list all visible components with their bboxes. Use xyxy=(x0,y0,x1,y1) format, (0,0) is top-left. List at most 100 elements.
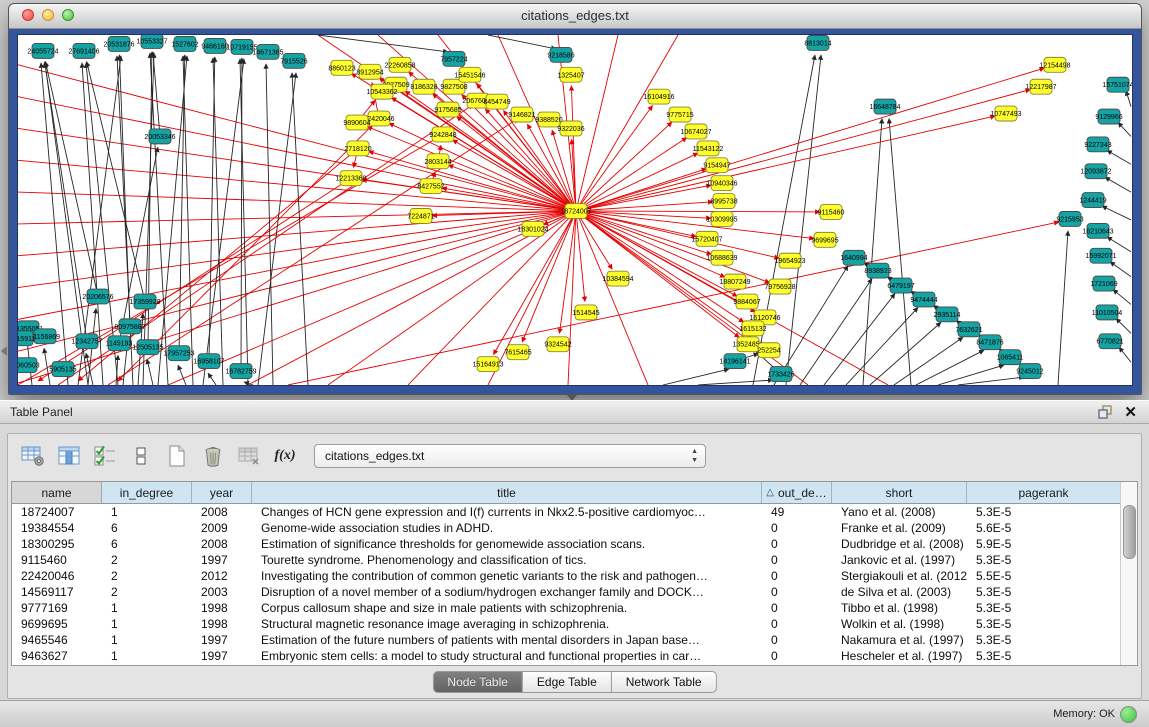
function-builder-button[interactable]: f(x) xyxy=(270,442,300,470)
graph-edge[interactable] xyxy=(576,116,995,211)
delete-table-button[interactable] xyxy=(234,442,264,470)
graph-edge[interactable] xyxy=(663,369,729,385)
tab-node-table[interactable]: Node Table xyxy=(432,671,523,693)
edit-columns-button[interactable] xyxy=(54,442,84,470)
graph-edge[interactable] xyxy=(576,153,698,211)
tab-edge-table[interactable]: Edge Table xyxy=(523,671,612,693)
window-titlebar[interactable]: citations_edges.txt xyxy=(9,4,1141,29)
table-settings-icon xyxy=(21,445,45,467)
graph-edge[interactable] xyxy=(576,211,820,212)
zoom-window-button[interactable] xyxy=(62,9,74,21)
graph-edge[interactable] xyxy=(576,90,1030,211)
graph-edge[interactable] xyxy=(568,211,576,385)
table-row[interactable]: 946362711997Embryonic stem cells: a mode… xyxy=(12,648,1137,664)
graph-edge[interactable] xyxy=(147,359,153,385)
graph-edge[interactable] xyxy=(1102,206,1131,220)
select-rows-button[interactable] xyxy=(90,442,120,470)
graph-node-label: 8938923 xyxy=(864,268,891,275)
graph-edge[interactable] xyxy=(288,222,1059,385)
graph-edge[interactable] xyxy=(488,35,556,49)
graph-edge[interactable] xyxy=(18,65,576,211)
close-panel-icon[interactable]: ✕ xyxy=(1124,403,1137,421)
table-selector[interactable]: citations_edges.txt ▲▼ xyxy=(314,444,706,468)
table-row[interactable]: 911546021997Tourette syndrome. Phenomeno… xyxy=(12,552,1137,568)
table-cell: Genome-wide association studies in ADHD. xyxy=(252,520,762,536)
graph-edge[interactable] xyxy=(369,151,576,211)
tab-network-table[interactable]: Network Table xyxy=(612,671,717,693)
graph-edge[interactable] xyxy=(45,62,87,342)
graph-edge[interactable] xyxy=(208,373,216,385)
table-row[interactable]: 1938455462009Genome-wide association stu… xyxy=(12,520,1137,536)
table-row[interactable]: 977716911998Corpus callosum shape and si… xyxy=(12,600,1137,616)
scrollbar-thumb[interactable] xyxy=(1123,505,1136,559)
close-window-button[interactable] xyxy=(22,9,34,21)
network-viewport[interactable]: 2405572427691406205318761055332715276029… xyxy=(17,34,1133,386)
float-panel-icon[interactable] xyxy=(1098,405,1113,419)
column-header-short[interactable]: short xyxy=(832,482,967,503)
graph-edge[interactable] xyxy=(889,119,911,385)
graph-edge[interactable] xyxy=(958,377,1024,385)
graph-node-label: 12505135 xyxy=(132,345,163,352)
column-header-title[interactable]: title xyxy=(252,482,762,503)
graph-edge[interactable] xyxy=(1110,262,1131,277)
function-icon: f(x) xyxy=(275,448,296,464)
graph-edge[interactable] xyxy=(1107,150,1131,164)
table-row[interactable]: 1872400712008Changes of HCN gene express… xyxy=(12,504,1137,520)
memory-status-label: Memory: OK xyxy=(1053,708,1115,720)
graph-edge[interactable] xyxy=(938,365,1004,385)
graph-node-label: 2060503 xyxy=(18,363,40,370)
graph-edge[interactable] xyxy=(576,122,672,211)
delete-column-button[interactable] xyxy=(198,442,228,470)
minimize-window-button[interactable] xyxy=(42,9,54,21)
graph-edge[interactable] xyxy=(1126,91,1131,107)
table-row[interactable]: 1830029562008Estimation of significance … xyxy=(12,536,1137,552)
graph-node-label: 10747493 xyxy=(990,111,1021,118)
graph-edge[interactable] xyxy=(698,380,773,385)
graph-edge[interactable] xyxy=(863,119,882,385)
graph-edge[interactable] xyxy=(1119,347,1131,362)
graph-edge[interactable] xyxy=(179,55,185,353)
table-row[interactable]: 2242004622012Investigating the contribut… xyxy=(12,568,1137,584)
graph-edge[interactable] xyxy=(318,35,448,52)
graph-edge[interactable] xyxy=(894,337,963,385)
column-header-pagerank[interactable]: pagerank xyxy=(967,482,1121,503)
rows-button[interactable] xyxy=(126,442,156,470)
graph-edge[interactable] xyxy=(488,211,576,385)
table-vertical-scrollbar[interactable] xyxy=(1120,482,1137,665)
table-row[interactable]: 946554611997Estimation of the future num… xyxy=(12,632,1137,648)
graph-edge[interactable] xyxy=(576,211,585,302)
graph-edge[interactable] xyxy=(576,106,653,211)
graph-edge[interactable] xyxy=(846,307,918,385)
graph-edge[interactable] xyxy=(328,211,576,385)
graph-edge[interactable] xyxy=(119,55,130,326)
graph-edge[interactable] xyxy=(292,73,308,385)
table-row[interactable]: 969969511998Structural magnetic resonanc… xyxy=(12,616,1137,632)
graph-edge[interactable] xyxy=(824,294,895,385)
graph-edge[interactable] xyxy=(1116,318,1131,333)
column-header-in_degree[interactable]: in_degree xyxy=(102,482,192,503)
graph-edge[interactable] xyxy=(1058,231,1068,385)
graph-node-label: 8860123 xyxy=(328,65,355,72)
graph-edge[interactable] xyxy=(870,322,941,385)
table-cell: Estimation of significance thresholds fo… xyxy=(252,536,762,552)
graph-edge[interactable] xyxy=(576,211,770,283)
network-canvas[interactable]: 2405572427691406205318761055332715276029… xyxy=(18,35,1132,385)
graph-edge[interactable] xyxy=(213,58,223,385)
graph-edge[interactable] xyxy=(178,365,186,385)
west-panel-collapse-icon[interactable] xyxy=(1,346,7,356)
graph-edge[interactable] xyxy=(786,55,821,385)
column-header-year[interactable]: year xyxy=(192,482,252,503)
graph-edge[interactable] xyxy=(916,350,984,385)
graph-edge[interactable] xyxy=(576,35,618,211)
graph-edge[interactable] xyxy=(1105,177,1131,192)
table-row[interactable]: 1456911722003Disruption of a novel membe… xyxy=(12,584,1137,600)
column-header-out_de[interactable]: △out_de… xyxy=(762,482,832,503)
table-cell: Tourette syndrome. Phenomenology and cla… xyxy=(252,552,762,568)
column-header-name[interactable]: name xyxy=(12,482,102,503)
table-settings-button[interactable] xyxy=(18,442,48,470)
table-header-row: namein_degreeyeartitle△out_de…shortpager… xyxy=(12,482,1137,504)
graph-edge[interactable] xyxy=(1113,290,1131,305)
graph-edge[interactable] xyxy=(1118,123,1131,137)
graph-edge[interactable] xyxy=(576,211,612,269)
new-column-button[interactable] xyxy=(162,442,192,470)
